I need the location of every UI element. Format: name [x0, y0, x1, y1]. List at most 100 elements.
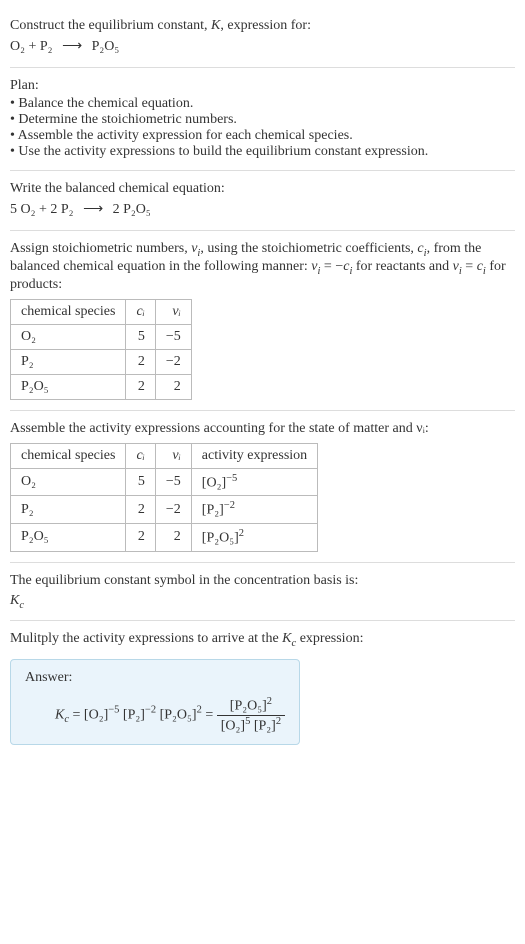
cell-species: P₂	[11, 496, 126, 524]
ans-t1-base: [O₂]	[84, 708, 108, 723]
ans-num-base: [P₂O₅]	[230, 699, 267, 714]
balanced-section: Write the balanced chemical equation: 5 …	[10, 171, 515, 231]
stoich-desc: Assign stoichiometric numbers, νi, using…	[10, 241, 515, 293]
activity-section: Assemble the activity expressions accoun…	[10, 411, 515, 563]
balanced-equation: 5 O₂ + 2 P₂ ⟶ 2 P₂O₅	[10, 201, 515, 218]
plan-section: Plan: • Balance the chemical equation. •…	[10, 68, 515, 171]
multiply-desc: Mulitply the activity expressions to arr…	[10, 631, 515, 649]
intro-text-prefix: Construct the equilibrium constant,	[10, 18, 211, 33]
cell-ci: 2	[126, 496, 155, 524]
kc-symbol-desc: The equilibrium constant symbol in the c…	[10, 573, 515, 589]
table-row: O₂ 5 −5 [O₂]−5	[11, 468, 318, 496]
ans-t3-base: [P₂O₅]	[160, 708, 197, 723]
ans-fraction: [P₂O₅]2[O₂]5 [P₂]2	[217, 696, 285, 734]
ans-eq2: =	[202, 708, 217, 723]
cell-activity: [P₂O₅]2	[191, 523, 317, 551]
cell-nui: −5	[155, 324, 191, 349]
activity-desc: Assemble the activity expressions accoun…	[10, 421, 515, 437]
cell-activity: [O₂]−5	[191, 468, 317, 496]
cell-nui: −5	[155, 468, 191, 496]
kc-symbol-section: The equilibrium constant symbol in the c…	[10, 563, 515, 622]
ans-t1-exp: −5	[108, 705, 119, 716]
stoich-text: Assign stoichiometric numbers,	[10, 241, 191, 256]
table-row: P₂ 2 −2	[11, 349, 192, 374]
act-base: [P₂]	[202, 503, 224, 518]
act-base: [P₂O₅]	[202, 531, 239, 546]
ans-t2-exp: −2	[145, 705, 156, 716]
stoich-table: chemical species cᵢ νᵢ O₂ 5 −5 P₂ 2 −2 P…	[10, 299, 192, 400]
col-species: chemical species	[11, 299, 126, 324]
multiply-text: expression:	[296, 631, 363, 646]
table-header-row: chemical species cᵢ νᵢ	[11, 299, 192, 324]
cell-ci: 5	[126, 324, 155, 349]
answer-expression: Kc = [O₂]−5 [P₂]−2 [P₂O₅]2 = [P₂O₅]2[O₂]…	[25, 696, 285, 734]
cell-nui: 2	[155, 523, 191, 551]
ans-den1-base: [O₂]	[221, 718, 245, 733]
intro-eq-lhs: O₂ + P₂	[10, 39, 53, 54]
table-row: P₂O₅ 2 2	[11, 374, 192, 399]
intro-equation: O₂ + P₂ ⟶ P₂O₅	[10, 38, 515, 55]
ans-k: K	[55, 708, 64, 723]
table-row: P₂O₅ 2 2 [P₂O₅]2	[11, 523, 318, 551]
plan-item: • Determine the stoichiometric numbers.	[10, 112, 515, 128]
kc-c: c	[19, 599, 24, 610]
multiply-text: Mulitply the activity expressions to arr…	[10, 631, 282, 646]
plan-item: • Balance the chemical equation.	[10, 96, 515, 112]
intro-prompt: Construct the equilibrium constant, K, e…	[10, 18, 515, 34]
cell-species: O₂	[11, 324, 126, 349]
ans-den1-exp: 5	[245, 716, 250, 727]
cell-species: P₂O₅	[11, 523, 126, 551]
act-base: [O₂]	[202, 475, 226, 490]
multiply-section: Mulitply the activity expressions to arr…	[10, 621, 515, 755]
cell-species: P₂	[11, 349, 126, 374]
balanced-eq-lhs: 5 O₂ + 2 P₂	[10, 202, 74, 217]
plan-title: Plan:	[10, 78, 515, 94]
ans-frac-den: [O₂]5 [P₂]2	[217, 716, 285, 735]
cell-ci: 5	[126, 468, 155, 496]
table-row: O₂ 5 −5	[11, 324, 192, 349]
stoich-text: , using the stoichiometric coefficients,	[200, 241, 417, 256]
ans-eq: =	[69, 708, 84, 723]
cell-nui: −2	[155, 496, 191, 524]
arrow-icon: ⟶	[62, 39, 82, 54]
plan-item: • Use the activity expressions to build …	[10, 144, 515, 160]
balanced-eq-rhs: 2 P₂O₅	[113, 202, 151, 217]
table-header-row: chemical species cᵢ νᵢ activity expressi…	[11, 443, 318, 468]
col-nui: νᵢ	[155, 299, 191, 324]
cell-ci: 2	[126, 523, 155, 551]
stoich-text: for reactants and	[352, 259, 452, 274]
ans-t2-base: [P₂]	[123, 708, 145, 723]
multiply-k: K	[282, 631, 291, 646]
cell-species: P₂O₅	[11, 374, 126, 399]
activity-table: chemical species cᵢ νᵢ activity expressi…	[10, 443, 318, 552]
col-ci: cᵢ	[126, 299, 155, 324]
stoich-text: = −	[320, 259, 343, 274]
act-exp: −2	[224, 500, 235, 511]
cell-activity: [P₂]−2	[191, 496, 317, 524]
ans-frac-num: [P₂O₅]2	[217, 696, 285, 716]
col-ci: cᵢ	[126, 443, 155, 468]
balanced-title: Write the balanced chemical equation:	[10, 181, 515, 197]
act-exp: 2	[239, 528, 244, 539]
act-exp: −5	[226, 473, 237, 484]
cell-nui: 2	[155, 374, 191, 399]
ans-num-exp: 2	[267, 696, 272, 707]
kc-symbol: Kc	[10, 593, 515, 611]
intro-eq-rhs: P₂O₅	[92, 39, 120, 54]
arrow-icon: ⟶	[83, 202, 103, 217]
intro-text-suffix: , expression for:	[220, 18, 311, 33]
col-nui: νᵢ	[155, 443, 191, 468]
answer-label: Answer:	[25, 670, 285, 686]
intro-section: Construct the equilibrium constant, K, e…	[10, 8, 515, 68]
col-species: chemical species	[11, 443, 126, 468]
cell-species: O₂	[11, 468, 126, 496]
intro-k: K	[211, 18, 220, 33]
col-activity: activity expression	[191, 443, 317, 468]
plan-item: • Assemble the activity expression for e…	[10, 128, 515, 144]
ans-den2-exp: 2	[276, 716, 281, 727]
kc-k: K	[10, 593, 19, 608]
cell-nui: −2	[155, 349, 191, 374]
table-row: P₂ 2 −2 [P₂]−2	[11, 496, 318, 524]
cell-ci: 2	[126, 349, 155, 374]
cell-ci: 2	[126, 374, 155, 399]
